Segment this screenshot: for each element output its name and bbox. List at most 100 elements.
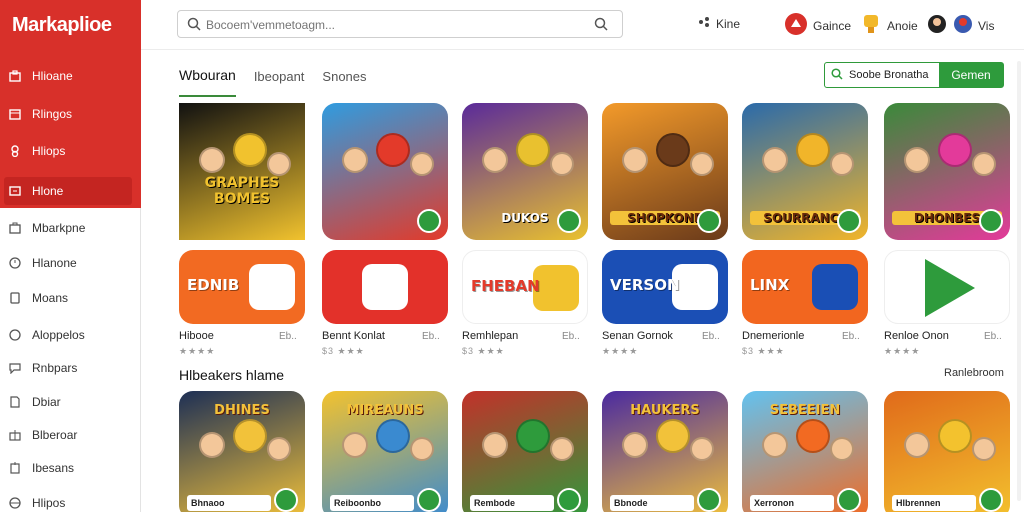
app-tile[interactable]: DHINES Bhnaoo xyxy=(179,391,305,512)
app-tile[interactable]: SOURRANCE xyxy=(742,103,868,240)
sidebar-item-6[interactable]: Moans xyxy=(0,284,141,312)
sidebar-item-11[interactable]: Ibesans xyxy=(0,454,141,482)
tile-title: HAUKERS xyxy=(630,403,700,418)
app-rating-stars: $3 ★★★ xyxy=(322,346,365,356)
app-tile[interactable] xyxy=(322,103,448,240)
sidebar-item-0[interactable]: Hlioane xyxy=(0,62,141,90)
character-illustration xyxy=(376,133,410,168)
section-see-all-link[interactable]: Ranlebroom xyxy=(944,367,1004,379)
app-price: Eb.. xyxy=(279,331,297,342)
tag-icon xyxy=(8,144,22,158)
sidebar-item-label: Rlingos xyxy=(32,107,73,121)
app-tile[interactable]: Rembode xyxy=(462,391,588,512)
sidebar-item-5[interactable]: Hlanone xyxy=(0,249,141,277)
search-icon xyxy=(187,17,201,36)
search-box[interactable] xyxy=(177,10,623,38)
character-illustration xyxy=(516,133,550,168)
list-icon xyxy=(8,461,22,475)
character-illustration xyxy=(267,152,291,177)
tab-2[interactable]: Snones xyxy=(322,67,366,97)
filter-control: Soobe Bronatha Gemen xyxy=(824,62,1004,88)
character-illustration xyxy=(622,431,648,458)
section-title: Hlbeakers hlame xyxy=(179,367,285,383)
sidebar-item-label: Hliops xyxy=(32,144,66,158)
sidebar-item-label: Ibesans xyxy=(32,461,75,475)
app-icon-tile[interactable] xyxy=(322,250,448,324)
app-tile[interactable]: DHONBES xyxy=(884,103,1010,240)
character-illustration xyxy=(972,437,996,462)
app-icon-tile[interactable] xyxy=(884,250,1010,324)
tab-bar: Wbouran Ibeopant Snones xyxy=(179,67,385,97)
app-icon-tile[interactable]: LINX xyxy=(742,250,868,324)
sidebar-item-10[interactable]: Blberoar xyxy=(0,421,141,449)
sidebar: Markaplioe Hlioane Rlingos Hliops Hlone … xyxy=(0,0,141,512)
sidebar-item-8[interactable]: Rnbpars xyxy=(0,354,141,382)
tablet-icon xyxy=(8,291,22,305)
app-tile[interactable]: GRAPHES BOMES xyxy=(179,103,305,240)
brand-logo[interactable]: Markaplioe xyxy=(12,14,112,37)
character-illustration xyxy=(622,146,648,173)
character-illustration xyxy=(550,437,574,462)
topbar-link-2[interactable]: Anoie xyxy=(861,13,918,38)
sidebar-item-label: Blberoar xyxy=(32,428,78,442)
filter-action-button[interactable]: Gemen xyxy=(939,63,1003,87)
tab-1[interactable]: Ibeopant xyxy=(254,67,305,97)
character-illustration xyxy=(410,152,434,177)
gamepad-icon xyxy=(249,264,295,310)
tile-title: DHINES xyxy=(214,403,270,418)
app-name[interactable]: Hibooe xyxy=(179,330,214,342)
character-illustration xyxy=(516,419,550,454)
app-icon-tile[interactable]: FHEBAN xyxy=(462,250,588,324)
tile-title: VERSON xyxy=(610,276,680,294)
app-name[interactable]: Remhlepan xyxy=(462,330,518,342)
app-price: Eb.. xyxy=(562,331,580,342)
game-icon xyxy=(785,13,807,38)
sidebar-item-9[interactable]: Dbiar xyxy=(0,388,141,416)
topbar-link-0[interactable]: Kine xyxy=(698,16,740,31)
app-tile[interactable]: DUKOS xyxy=(462,103,588,240)
sidebar-item-1[interactable]: Rlingos xyxy=(0,100,141,128)
app-price: Eb.. xyxy=(422,331,440,342)
app-icon-tile[interactable]: VERSON xyxy=(602,250,728,324)
app-tile[interactable]: SHOPKONB xyxy=(602,103,728,240)
app-rating-stars: ★★★★ xyxy=(884,346,921,356)
avatar-icon xyxy=(928,13,972,38)
app-tile[interactable]: HAUKERS Bbnode xyxy=(602,391,728,512)
play-icon xyxy=(925,259,975,317)
tile-title: FHEBAN xyxy=(471,277,540,295)
sidebar-item-label: Moans xyxy=(32,291,69,305)
character-illustration xyxy=(938,419,972,454)
character-illustration xyxy=(690,152,714,177)
app-tile[interactable]: MIREAUNS Reiboonbo xyxy=(322,391,448,512)
character-illustration xyxy=(796,419,830,454)
character-illustration xyxy=(656,133,690,168)
app-tile[interactable]: SEBEEIEN Xerronon xyxy=(742,391,868,512)
search-submit-icon[interactable] xyxy=(594,17,608,36)
app-tile[interactable]: Hlbrennen xyxy=(884,391,1010,512)
topbar-link-1[interactable]: Gaince xyxy=(785,13,851,38)
filter-search-button[interactable]: Soobe Bronatha xyxy=(825,63,939,87)
app-icon-tile[interactable]: EDNIB xyxy=(179,250,305,324)
sidebar-item-label: Hlanone xyxy=(32,256,77,270)
search-input[interactable] xyxy=(206,16,586,34)
topbar-link-3[interactable]: Vis xyxy=(928,13,994,38)
rating-badge xyxy=(837,488,861,512)
character-illustration xyxy=(199,431,225,458)
app-name[interactable]: Renloe Onon xyxy=(884,330,949,342)
app-name[interactable]: Bennt Konlat xyxy=(322,330,385,342)
sidebar-item-12[interactable]: Hlipos xyxy=(0,489,141,512)
rating-badge xyxy=(557,209,581,233)
app-rating-stars: $3 ★★★ xyxy=(462,346,505,356)
sidebar-item-3[interactable]: Hlone xyxy=(4,177,132,205)
app-name[interactable]: Senan Gornok xyxy=(602,330,673,342)
tile-name-plate: Rembode xyxy=(470,495,554,511)
sidebar-item-4[interactable]: Mbarkpne xyxy=(0,214,141,242)
sidebar-item-2[interactable]: Hliops xyxy=(0,137,141,165)
character-illustration xyxy=(550,152,574,177)
scrollbar[interactable] xyxy=(1017,61,1021,501)
tab-0[interactable]: Wbouran xyxy=(179,67,236,97)
app-name[interactable]: Dnemerionle xyxy=(742,330,804,342)
rating-badge xyxy=(417,488,441,512)
sidebar-item-7[interactable]: Aloppelos xyxy=(0,321,141,349)
character-illustration xyxy=(904,431,930,458)
